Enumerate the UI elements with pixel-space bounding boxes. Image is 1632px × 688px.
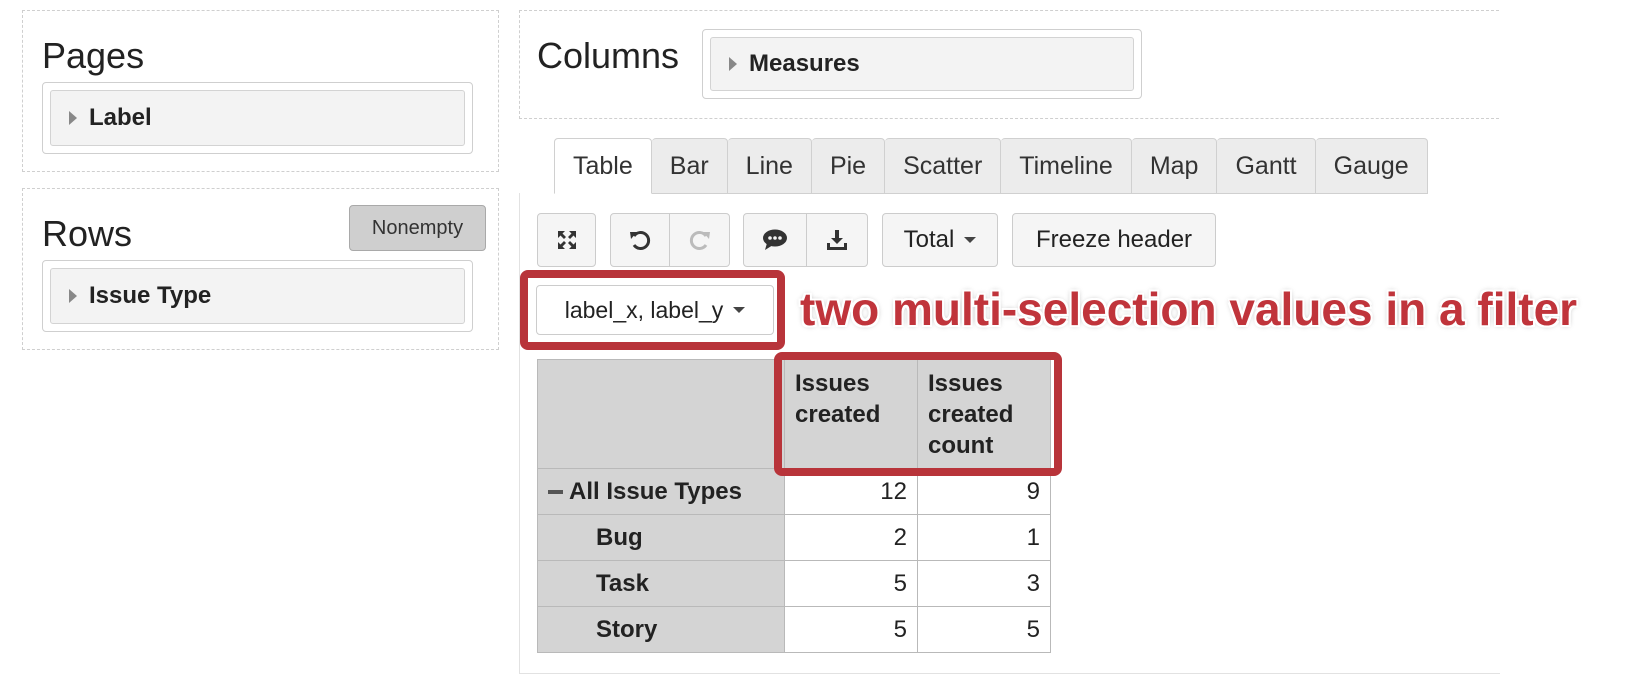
download-button[interactable] xyxy=(806,213,868,267)
row-header[interactable]: Task xyxy=(537,560,785,607)
tab-bar[interactable]: Bar xyxy=(651,138,728,194)
tab-map[interactable]: Map xyxy=(1131,138,1218,194)
dimension-label[interactable]: Label xyxy=(50,90,465,146)
table-cell: 2 xyxy=(784,514,918,561)
dimension-issue-type[interactable]: Issue Type xyxy=(50,268,465,324)
undo-button[interactable] xyxy=(610,213,670,267)
chevron-down-icon xyxy=(964,237,977,243)
total-dropdown[interactable]: Total xyxy=(882,213,998,267)
row-header[interactable]: Story xyxy=(537,606,785,653)
tab-timeline[interactable]: Timeline xyxy=(1001,138,1132,194)
download-icon xyxy=(827,230,847,250)
total-dropdown-label: Total xyxy=(903,226,955,253)
columns-drop-zone[interactable]: Measures xyxy=(702,29,1142,99)
filter-highlight-box xyxy=(520,270,785,350)
columns-panel: Columns Measures xyxy=(519,10,1499,119)
collapse-icon[interactable] xyxy=(548,490,563,495)
rows-drop-zone[interactable]: Issue Type xyxy=(42,260,473,332)
dimension-label-text: Label xyxy=(89,104,152,131)
redo-button[interactable] xyxy=(669,213,730,267)
tab-line[interactable]: Line xyxy=(727,138,812,194)
columns-title: Columns xyxy=(537,35,680,76)
tab-gantt[interactable]: Gantt xyxy=(1217,138,1316,194)
row-header[interactable]: Bug xyxy=(537,514,785,561)
row-header-label: All Issue Types xyxy=(569,477,742,505)
table-row: Task 5 3 xyxy=(537,560,1051,607)
corner-cell xyxy=(537,359,785,469)
chart-type-tabs: Table Bar Line Pie Scatter Timeline Map … xyxy=(554,138,1428,194)
tab-table[interactable]: Table xyxy=(554,138,652,194)
tab-scatter[interactable]: Scatter xyxy=(885,138,1002,194)
tab-gauge[interactable]: Gauge xyxy=(1315,138,1428,194)
table-row: Bug 2 1 xyxy=(537,514,1051,561)
rows-title: Rows xyxy=(42,213,133,254)
expand-icon xyxy=(557,231,576,249)
pages-drop-zone[interactable]: Label xyxy=(42,82,473,154)
fullscreen-button[interactable] xyxy=(537,213,596,267)
tab-pie[interactable]: Pie xyxy=(811,138,886,194)
column-header-highlight-box xyxy=(774,352,1062,476)
pages-title: Pages xyxy=(42,35,145,76)
table-cell: 5 xyxy=(917,606,1051,653)
comment-button[interactable] xyxy=(743,213,807,267)
redo-icon xyxy=(689,231,710,250)
table-cell: 3 xyxy=(917,560,1051,607)
pages-panel: Pages Label xyxy=(22,10,499,172)
rows-panel: Rows Nonempty Issue Type xyxy=(22,188,499,350)
expand-caret-icon[interactable] xyxy=(69,289,77,303)
freeze-header-label: Freeze header xyxy=(1035,226,1193,253)
dimension-measures-text: Measures xyxy=(749,50,860,77)
expand-caret-icon[interactable] xyxy=(729,57,737,71)
freeze-header-button[interactable]: Freeze header xyxy=(1012,213,1216,267)
expand-caret-icon[interactable] xyxy=(69,111,77,125)
row-header[interactable]: All Issue Types xyxy=(537,468,785,515)
annotation-callout: two multi-selection values in a filter xyxy=(800,283,1578,335)
dimension-issue-type-text: Issue Type xyxy=(89,282,212,309)
table-cell: 5 xyxy=(784,560,918,607)
table-cell: 1 xyxy=(917,514,1051,561)
comment-icon xyxy=(763,229,787,250)
undo-icon xyxy=(630,231,651,250)
dimension-measures[interactable]: Measures xyxy=(710,37,1134,91)
table-row: Story 5 5 xyxy=(537,606,1051,653)
table-cell: 5 xyxy=(784,606,918,653)
nonempty-button[interactable]: Nonempty xyxy=(349,205,486,251)
